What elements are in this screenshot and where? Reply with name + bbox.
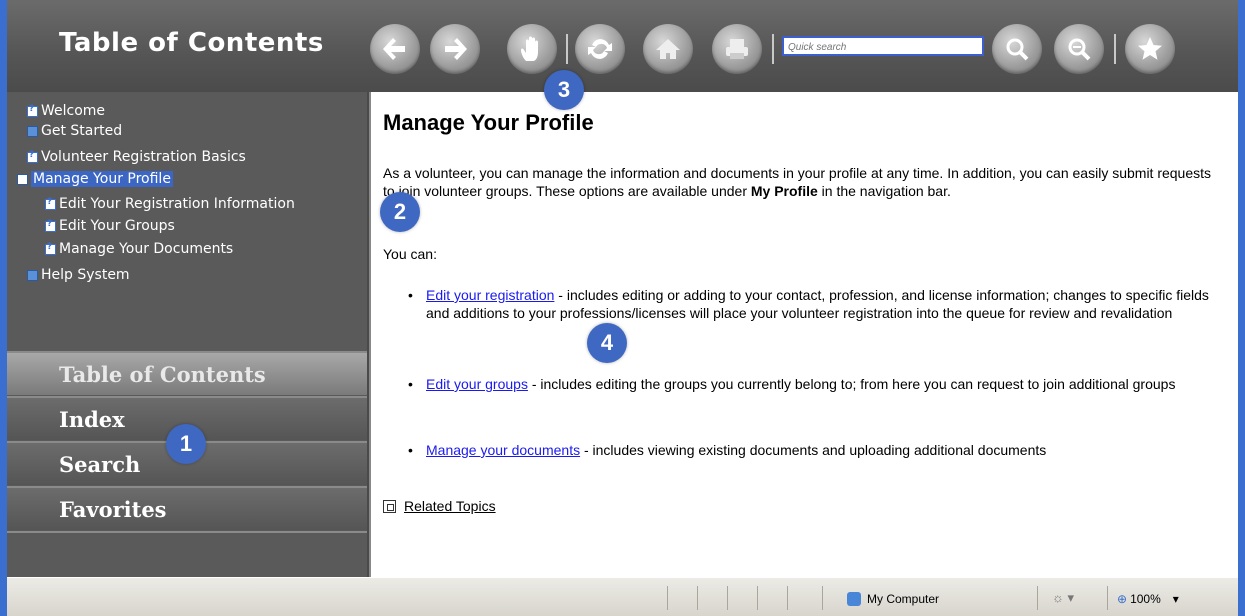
book-icon bbox=[27, 269, 38, 281]
page-title: Manage Your Profile bbox=[383, 110, 594, 135]
arrow-left-icon bbox=[383, 38, 405, 60]
callout-badge-1: 1 bbox=[166, 424, 206, 464]
open-book-icon bbox=[17, 173, 28, 185]
print-button[interactable] bbox=[712, 24, 762, 74]
back-button[interactable] bbox=[370, 24, 420, 74]
help-page-icon bbox=[27, 150, 38, 163]
list-item: Edit your groups - includes editing the … bbox=[408, 375, 1216, 393]
status-divider bbox=[822, 586, 823, 610]
toc-item-edit-your-groups[interactable]: Edit Your Groups bbox=[45, 217, 175, 235]
home-button[interactable] bbox=[643, 24, 693, 74]
tab-table-of-contents[interactable]: Table of Contents bbox=[7, 351, 367, 395]
chevron-down-icon: ▾ bbox=[1172, 592, 1179, 606]
zoom-level: 100% bbox=[1130, 592, 1161, 606]
callout-badge-3: 3 bbox=[544, 70, 584, 110]
header-title: Table of Contents bbox=[59, 28, 324, 58]
help-page-icon bbox=[27, 104, 38, 117]
zone-label: My Computer bbox=[867, 592, 940, 606]
search-highlight-button[interactable] bbox=[992, 24, 1042, 74]
toc-item-get-started[interactable]: Get Started bbox=[27, 122, 122, 140]
toc-item-welcome[interactable]: Welcome bbox=[27, 102, 105, 120]
toc-item-manage-your-profile[interactable]: Manage Your Profile bbox=[17, 170, 173, 188]
status-divider bbox=[757, 586, 758, 610]
header-toolbar: Table of Contents bbox=[7, 0, 1238, 92]
star-icon bbox=[1138, 37, 1162, 60]
quick-search-input[interactable] bbox=[782, 36, 984, 56]
help-page-icon bbox=[45, 197, 56, 210]
zoom-control[interactable]: ⊕ 100% ▾ bbox=[1117, 592, 1179, 606]
list-item: Manage your documents - includes viewing… bbox=[408, 441, 1216, 459]
status-divider bbox=[1037, 586, 1038, 610]
zoom-icon: ⊕ bbox=[1117, 592, 1128, 606]
toc-item-volunteer-registration-basics[interactable]: Volunteer Registration Basics bbox=[27, 148, 246, 166]
computer-icon bbox=[847, 592, 861, 606]
intro-paragraph: As a volunteer, you can manage the infor… bbox=[383, 164, 1223, 200]
intro-bold-text: My Profile bbox=[750, 183, 818, 199]
status-divider bbox=[667, 586, 668, 610]
callout-badge-4: 4 bbox=[587, 323, 627, 363]
you-can-label: You can: bbox=[383, 246, 437, 262]
edit-registration-link[interactable]: Edit your registration bbox=[426, 287, 554, 303]
status-bar: My Computer ☼ ▾ ⊕ 100% ▾ bbox=[7, 577, 1238, 616]
refresh-icon bbox=[588, 39, 612, 59]
status-divider bbox=[787, 586, 788, 610]
sync-toc-button[interactable] bbox=[507, 24, 557, 74]
add-favorite-button[interactable] bbox=[1125, 24, 1175, 74]
manage-documents-link[interactable]: Manage your documents bbox=[426, 442, 580, 458]
toc-item-manage-your-documents[interactable]: Manage Your Documents bbox=[45, 240, 233, 258]
magnifier-icon bbox=[1006, 38, 1029, 61]
related-topics-icon bbox=[383, 499, 396, 513]
toc-item-edit-registration-information[interactable]: Edit Your Registration Information bbox=[45, 195, 295, 213]
tab-favorites[interactable]: Favorites bbox=[7, 486, 367, 530]
protected-mode-icon[interactable]: ☼ ▾ bbox=[1052, 590, 1074, 606]
toc-item-help-system[interactable]: Help System bbox=[27, 266, 130, 284]
remove-highlight-button[interactable] bbox=[1054, 24, 1104, 74]
nav-panel-blank bbox=[7, 531, 367, 577]
forward-button[interactable] bbox=[430, 24, 480, 74]
printer-icon bbox=[726, 39, 748, 59]
toolbar-separator bbox=[566, 34, 568, 64]
edit-groups-link[interactable]: Edit your groups bbox=[426, 376, 528, 392]
toolbar-separator bbox=[1114, 34, 1116, 64]
status-divider bbox=[727, 586, 728, 610]
status-divider bbox=[1107, 586, 1108, 610]
toolbar-separator bbox=[772, 34, 774, 64]
book-icon bbox=[27, 125, 38, 137]
refresh-button[interactable] bbox=[575, 24, 625, 74]
related-topics-link[interactable]: Related Topics bbox=[404, 498, 496, 514]
status-divider bbox=[697, 586, 698, 610]
callout-badge-2: 2 bbox=[380, 192, 420, 232]
intro-text-end: in the navigation bar. bbox=[817, 183, 951, 199]
home-icon bbox=[656, 39, 680, 59]
security-zone: My Computer bbox=[847, 592, 939, 606]
topic-content: Manage Your Profile As a volunteer, you … bbox=[369, 92, 1238, 577]
hand-icon bbox=[521, 36, 538, 61]
related-topics[interactable]: Related Topics bbox=[383, 498, 496, 514]
help-page-icon bbox=[45, 219, 56, 232]
list-item: Edit your registration - includes editin… bbox=[408, 286, 1216, 322]
list-item-text: - includes viewing existing documents an… bbox=[580, 442, 1047, 458]
arrow-right-icon bbox=[445, 38, 467, 60]
list-item-text: - includes editing the groups you curren… bbox=[527, 376, 1176, 392]
navigation-pane: Welcome Get Started Volunteer Registrati… bbox=[7, 92, 367, 577]
help-page-icon bbox=[45, 242, 56, 255]
magnifier-minus-icon bbox=[1068, 38, 1091, 61]
